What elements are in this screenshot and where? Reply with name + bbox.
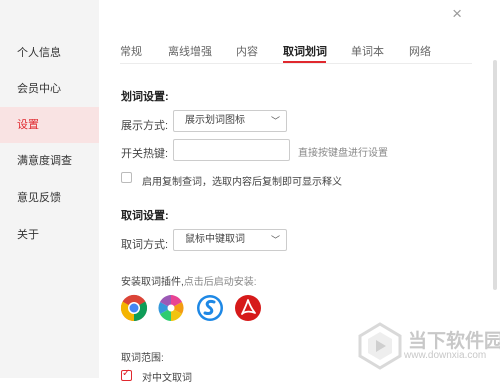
copy-lookup-label: 启用复制查词，选取内容后复制即可显示释义 xyxy=(142,177,342,188)
tab-content[interactable]: 内容 xyxy=(236,43,258,59)
tab-general[interactable]: 常规 xyxy=(120,43,142,59)
acrobat-icon[interactable] xyxy=(234,294,262,322)
watermark-logo xyxy=(356,322,404,370)
close-icon[interactable]: × xyxy=(452,4,462,24)
chevron-down-icon: ﹀ xyxy=(270,116,280,126)
watermark-brand: 当下软件园 xyxy=(408,331,500,352)
hotkey-input[interactable] xyxy=(173,139,290,161)
capture-method-label: 取词方式: xyxy=(121,239,169,251)
sidebar-item-profile[interactable]: 个人信息 xyxy=(0,35,99,71)
plugins-label-text: 安装取词插件, xyxy=(121,277,184,288)
watermark-url: www.downxia.com xyxy=(404,350,487,361)
sogou-browser-icon[interactable] xyxy=(196,294,224,322)
plugins-hint: 点击后启动安装: xyxy=(183,277,257,288)
tab-word-capture[interactable]: 取词划词 xyxy=(283,43,327,59)
chinese-capture-label: 对中文取词 xyxy=(142,373,192,384)
hotkey-hint: 直接按键盘进行设置 xyxy=(298,148,388,159)
pinwheel-browser-icon[interactable] xyxy=(157,294,185,322)
sidebar-item-settings[interactable]: 设置 xyxy=(0,107,99,143)
range-label: 取词范围: xyxy=(121,353,164,364)
chrome-icon[interactable] xyxy=(120,294,148,322)
tab-divider xyxy=(120,63,472,64)
sidebar-item-survey[interactable]: 满意度调查 xyxy=(0,143,99,179)
chinese-capture-checkbox[interactable] xyxy=(121,368,132,381)
selection-settings-title: 划词设置: xyxy=(121,91,169,103)
sidebar-item-about[interactable]: 关于 xyxy=(0,217,99,253)
capture-method-select[interactable]: 鼠标中键取词 ﹀ xyxy=(173,229,287,251)
sidebar-item-membership[interactable]: 会员中心 xyxy=(0,71,99,107)
capture-method-value: 鼠标中键取词 xyxy=(185,234,245,245)
active-tab-indicator xyxy=(283,61,326,63)
sidebar-item-feedback[interactable]: 意见反馈 xyxy=(0,180,99,216)
tab-offline[interactable]: 离线增强 xyxy=(168,43,212,59)
scrollbar[interactable] xyxy=(493,60,497,290)
capture-settings-title: 取词设置: xyxy=(121,210,169,222)
display-mode-value: 展示划词图标 xyxy=(185,115,245,126)
tab-wordbook[interactable]: 单词本 xyxy=(351,43,384,59)
sidebar: 个人信息 会员中心 设置 满意度调查 意见反馈 关于 xyxy=(0,0,99,378)
display-mode-label: 展示方式: xyxy=(121,120,169,132)
chevron-down-icon: ﹀ xyxy=(270,235,280,245)
tab-network[interactable]: 网络 xyxy=(409,43,431,59)
plugins-label: 安装取词插件,点击后启动安装: xyxy=(121,273,257,288)
display-mode-select[interactable]: 展示划词图标 ﹀ xyxy=(173,110,287,132)
copy-lookup-checkbox[interactable] xyxy=(121,172,132,183)
hotkey-label: 开关热键: xyxy=(121,148,169,160)
